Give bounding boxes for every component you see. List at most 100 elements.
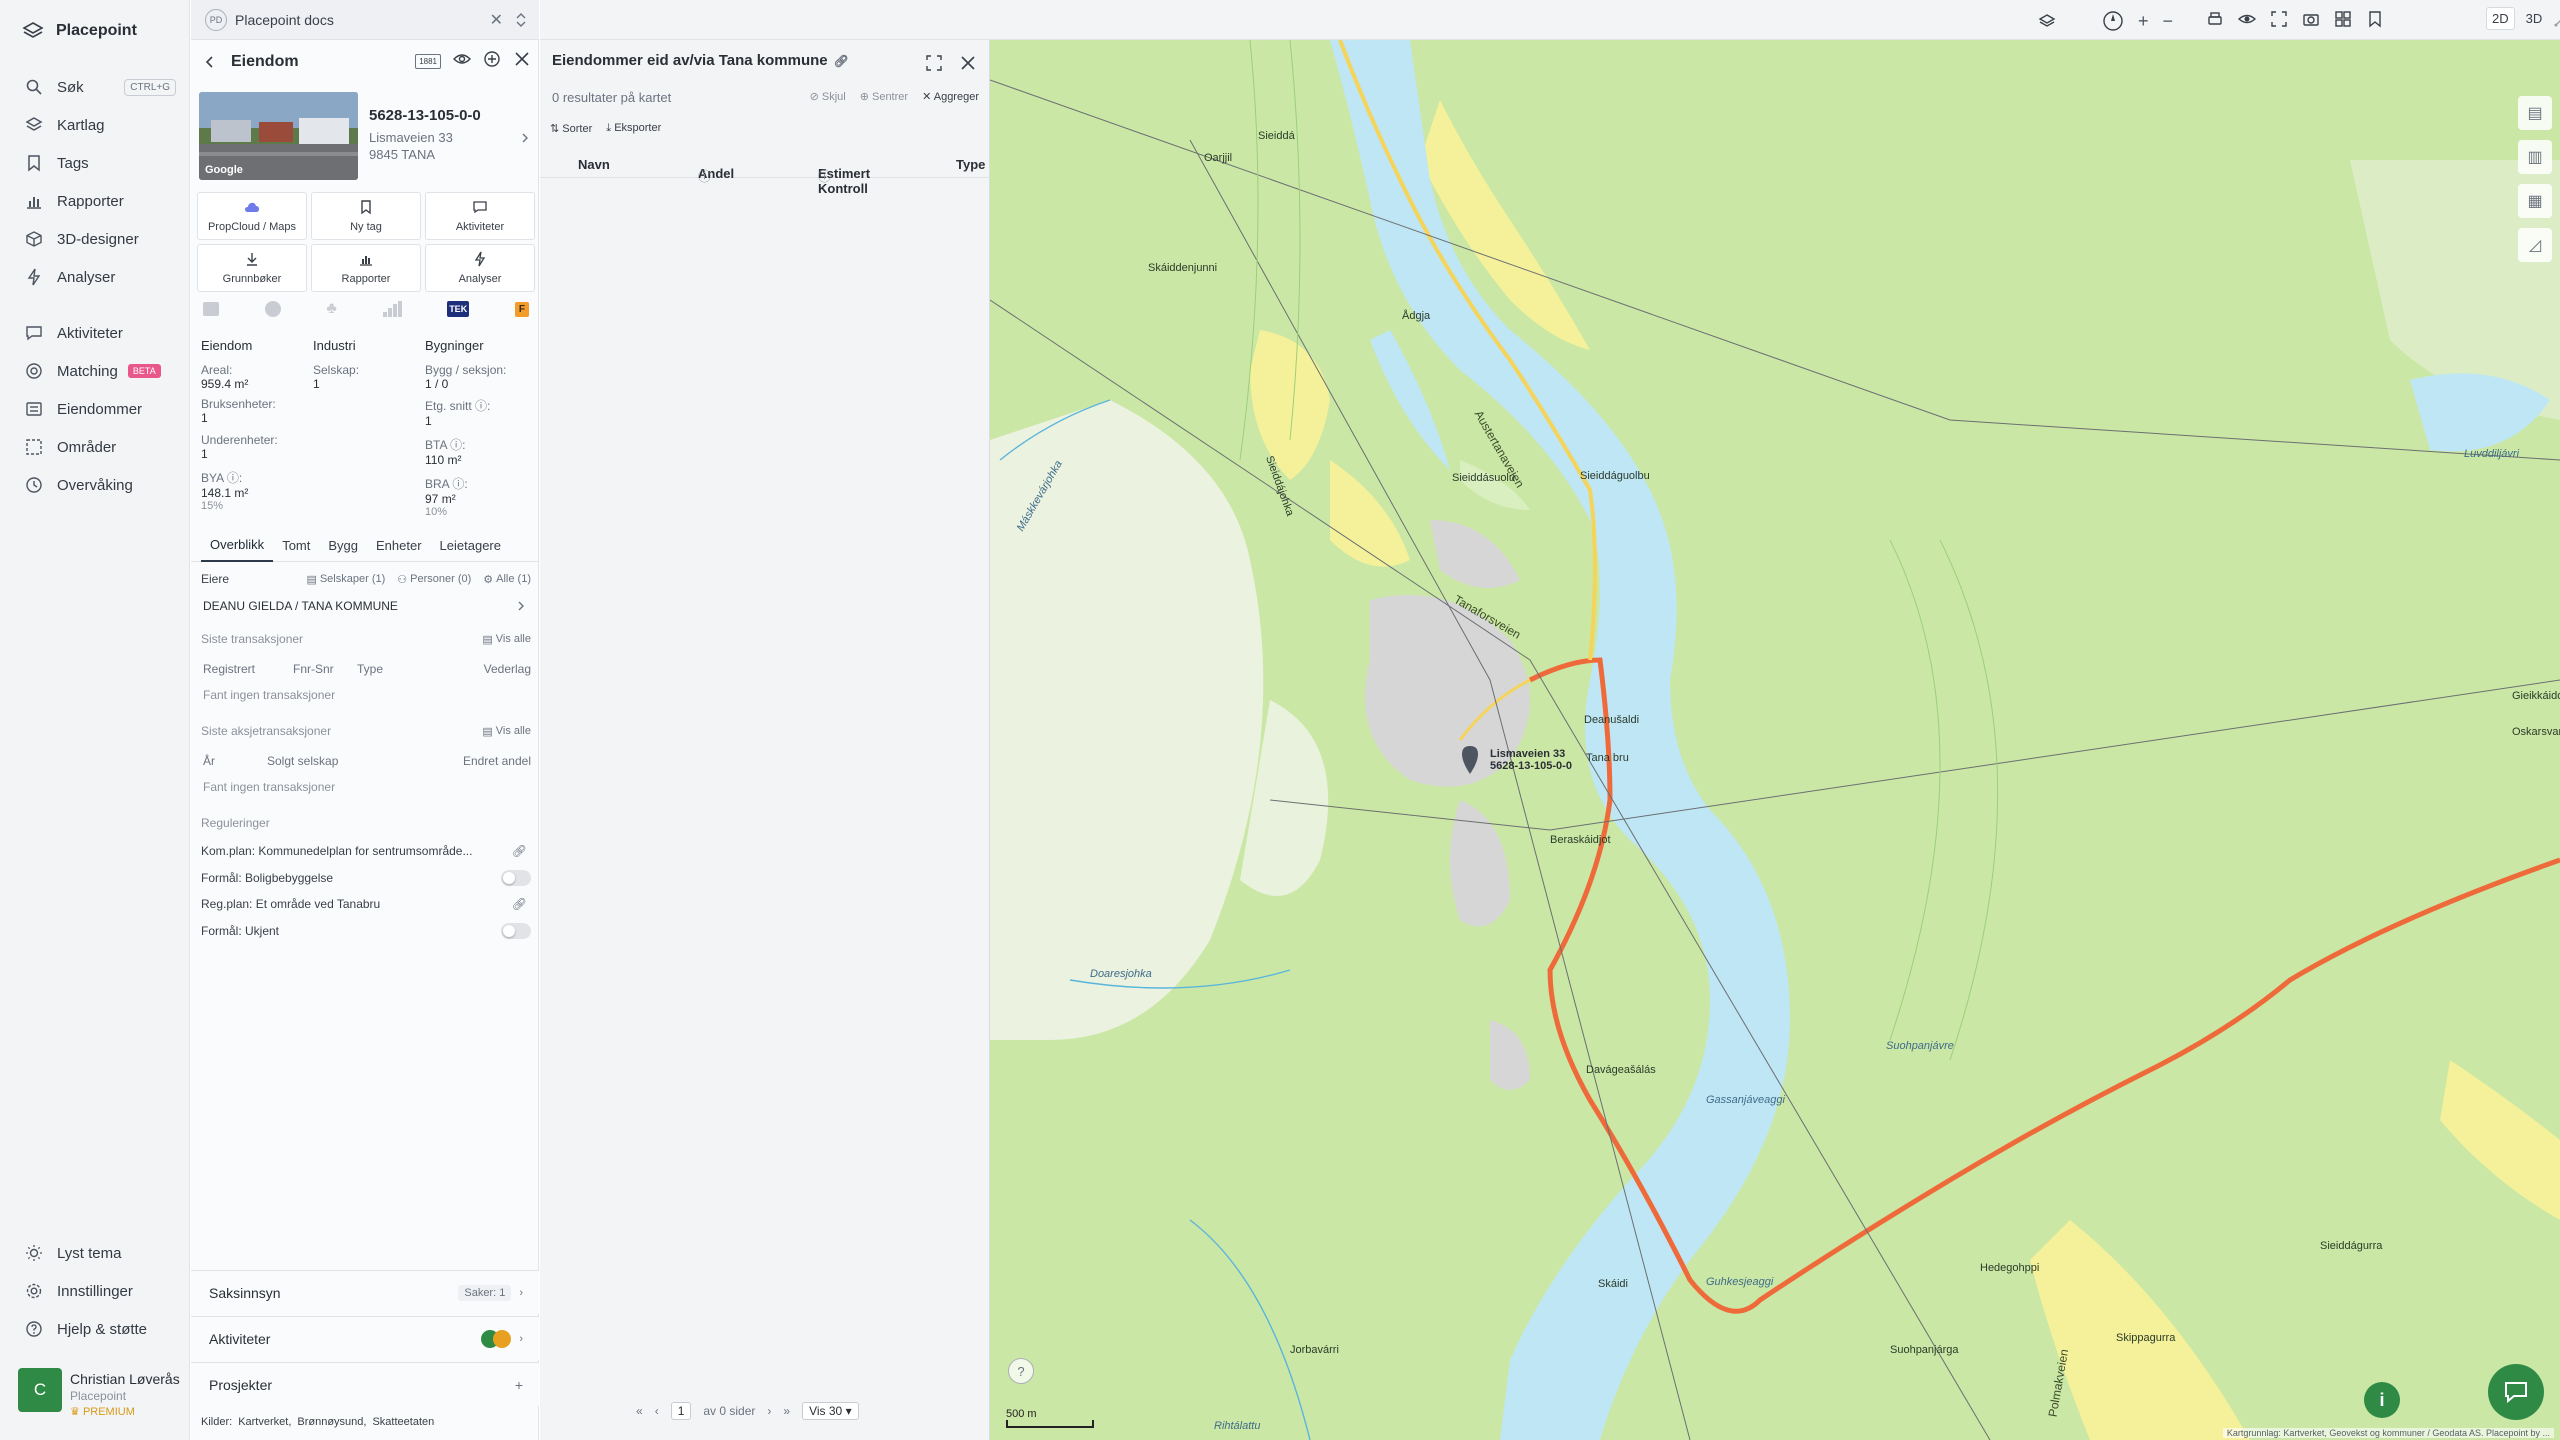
activities-button[interactable]: Aktiviteter [425,192,535,240]
zoom-out-icon[interactable]: − [2163,11,2174,32]
link-icon[interactable]: 🔗︎ [512,844,527,858]
sort-button[interactable]: ⇅ Sorter [550,122,592,135]
add-circle-icon[interactable] [483,50,501,68]
land-registry-button[interactable]: Grunnbøker [197,244,307,292]
source-kartverket[interactable]: Kartverket, [238,1416,291,1428]
prosjekter-row[interactable]: Prosjekter + [191,1362,539,1406]
analyses-button[interactable]: Analyser [425,244,535,292]
sidebar-item-analyser[interactable]: Analyser [0,258,190,296]
chevron-right-icon[interactable] [521,132,529,144]
app-brand[interactable]: Placepoint [22,20,137,42]
user-card[interactable]: C Christian Løverås Placepoint ♛ PREMIUM [18,1368,180,1418]
sidebar-item-sok[interactable]: Søk CTRL+G [0,68,190,106]
filter-companies[interactable]: ▤ Selskaper (1) [306,573,385,586]
fullscreen-icon[interactable] [2270,10,2288,28]
new-tag-button[interactable]: Ny tag [311,192,421,240]
eye-icon[interactable] [453,50,471,68]
f-logo[interactable]: F [514,301,529,317]
close-icon[interactable] [513,50,531,68]
source-skatteetaten[interactable]: Skatteetaten [372,1416,434,1428]
regulation-item[interactable]: Reg.plan: Et område ved Tanabru 🔗︎ [201,895,531,913]
building-icon[interactable]: ▥ [2518,140,2552,174]
header-badge-1881[interactable]: 1881 [415,54,441,69]
sidebar-item-aktiviteter[interactable]: Aktiviteter [0,314,190,352]
street-view-photo[interactable]: Google [199,92,358,180]
workspace-title[interactable]: Placepoint docs [235,12,334,28]
filter-persons[interactable]: ⚇ Personer (0) [397,573,471,586]
chart-icon[interactable]: ▦ [2518,184,2552,218]
source-bronnoysund[interactable]: Brønnøysund, [297,1416,366,1428]
col-navn[interactable]: Navn [578,157,610,172]
page-input[interactable]: 1 [670,1402,692,1420]
tek-logo[interactable]: TEK [447,301,470,317]
zoom-in-icon[interactable]: + [2138,11,2149,32]
link-icon[interactable]: 🔗︎ [512,897,527,911]
first-page-icon[interactable]: « [636,1404,643,1418]
sidebar-item-eiendommer[interactable]: Eiendommer [0,390,190,428]
aktiviteter-row[interactable]: Aktiviteter › [191,1316,539,1360]
sidebar-item-matching[interactable]: Matching BETA [0,352,190,390]
tab-enheter[interactable]: Enheter [367,530,431,562]
transactions-show-all[interactable]: ▤ Vis alle [482,633,531,646]
sidebar-item-hjelp[interactable]: Hjelp & støtte [0,1310,190,1348]
tab-overblikk[interactable]: Overblikk [201,530,274,562]
measure-icon[interactable] [2553,10,2560,28]
sidebar-item-rapporter[interactable]: Rapporter [0,182,190,220]
print-icon[interactable] [2206,10,2224,28]
next-page-icon[interactable]: › [767,1404,771,1418]
info-icon[interactable]: ⓘ [450,438,462,452]
signal-bars-icon[interactable] [382,301,402,317]
camera-icon[interactable] [2302,10,2320,28]
propcloud-button[interactable]: PropCloud / Maps [197,192,307,240]
col-type[interactable]: Type [956,157,985,172]
owner-row[interactable]: DEANU GIELDA / TANA KOMMUNE [201,596,531,616]
chat-button[interactable] [2488,1364,2544,1420]
export-button[interactable]: ⤓ Eksporter [606,122,661,135]
sidebar-item-3d-designer[interactable]: 3D-designer [0,220,190,258]
globe-icon[interactable] [264,301,281,317]
center-button[interactable]: ⊕ Sentrer [860,90,908,103]
eye-icon[interactable] [2238,10,2256,28]
info-icon[interactable]: ⓘ [475,399,487,413]
filter-all[interactable]: ⚙ Alle (1) [483,573,531,586]
hide-button[interactable]: ⊘ Skjul [810,90,846,103]
saksinnsyn-row[interactable]: Saksinnsyn Saker: 1 › [191,1270,539,1314]
chevron-up-down-icon[interactable] [515,12,527,28]
last-page-icon[interactable]: » [783,1404,790,1418]
bookmark-icon[interactable] [2366,10,2384,28]
tree-icon[interactable]: ♣ [326,300,337,318]
sidebar-item-innstillinger[interactable]: Innstillinger [0,1272,190,1310]
per-page-select[interactable]: Vis 30 ▾ [802,1402,859,1420]
grid-icon[interactable] [2334,10,2352,28]
add-icon[interactable]: + [515,1377,523,1393]
sidebar-item-tags[interactable]: Tags [0,144,190,182]
map-help-icon[interactable]: ? [1008,1358,1034,1384]
expand-icon[interactable] [925,54,943,72]
share-transactions-show-all[interactable]: ▤ Vis alle [482,725,531,738]
link-icon[interactable]: 🔗︎ [834,54,849,68]
mode-2d-button[interactable]: 2D [2486,7,2515,30]
prev-page-icon[interactable]: ‹ [655,1404,659,1418]
compass-icon[interactable] [2102,10,2124,32]
map-view[interactable]: Sieiddá Oarjjil Skáiddenjunni Ådgja Aust… [990,40,2560,1440]
tab-tomt[interactable]: Tomt [273,530,319,562]
tab-leietagere[interactable]: Leietagere [431,530,510,562]
info-icon[interactable]: ⓘ [452,477,464,491]
property-marker-label[interactable]: Lismaveien 33 5628-13-105-0-0 [1490,748,1572,772]
regulation-toggle[interactable] [501,870,531,886]
reports-button[interactable]: Rapporter [311,244,421,292]
tab-bygg[interactable]: Bygg [319,530,367,562]
regulation-item[interactable]: Kom.plan: Kommunedelplan for sentrumsomr… [201,842,531,860]
regulation-toggle[interactable] [501,923,531,939]
info-button[interactable]: i [2364,1382,2400,1418]
back-arrow-icon[interactable] [203,55,217,69]
sidebar-item-lyst-tema[interactable]: Lyst tema [0,1234,190,1272]
sidebar-item-overvaking[interactable]: Overvåking [0,466,190,504]
layers-stack-icon[interactable] [2038,12,2056,30]
sidebar-item-kartlag[interactable]: Kartlag [0,106,190,144]
mode-3d-button[interactable]: 3D [2521,8,2548,29]
close-icon[interactable] [959,54,977,72]
info-icon[interactable]: ⓘ [227,471,239,485]
building-register-icon[interactable] [203,302,219,316]
layers-icon[interactable]: ▤ [2518,96,2552,130]
